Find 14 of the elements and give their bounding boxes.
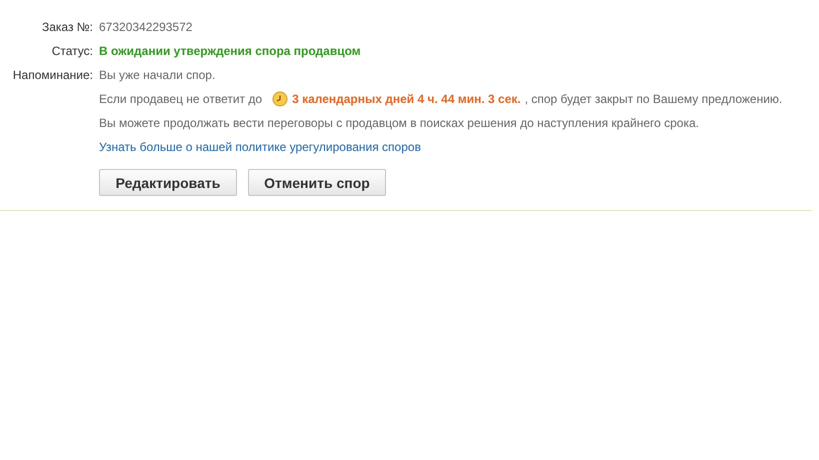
deadline-text: , спор будет закрыт по Вашему предложению. — [524, 91, 782, 108]
cancel-dispute-button[interactable]: Отменить спор — [248, 169, 386, 196]
edit-button[interactable]: Редактировать — [99, 169, 237, 196]
reminder-text: Вы уже начали спор. — [99, 67, 216, 84]
countdown-text: 3 календарных дней 4 ч. 44 мин. 3 сек. — [292, 91, 521, 108]
note-text: Вы можете продолжать вести переговоры с продавцом в поисках решения до наступления крайнего срока. — [99, 115, 699, 132]
deadline-text: Если продавец не ответит до — [99, 91, 262, 108]
policy-link[interactable]: Узнать больше о нашей политике урегулирования споров — [99, 135, 421, 159]
order-label: Заказ №: — [40, 19, 93, 36]
status-value: В ожидании утверждения спора продавцом — [99, 43, 362, 60]
clock-icon — [272, 91, 288, 107]
status-label: Статус: — [50, 43, 93, 60]
order-number: 67320342293572 — [99, 19, 194, 36]
reminder-label: Напоминание: — [12, 67, 93, 84]
